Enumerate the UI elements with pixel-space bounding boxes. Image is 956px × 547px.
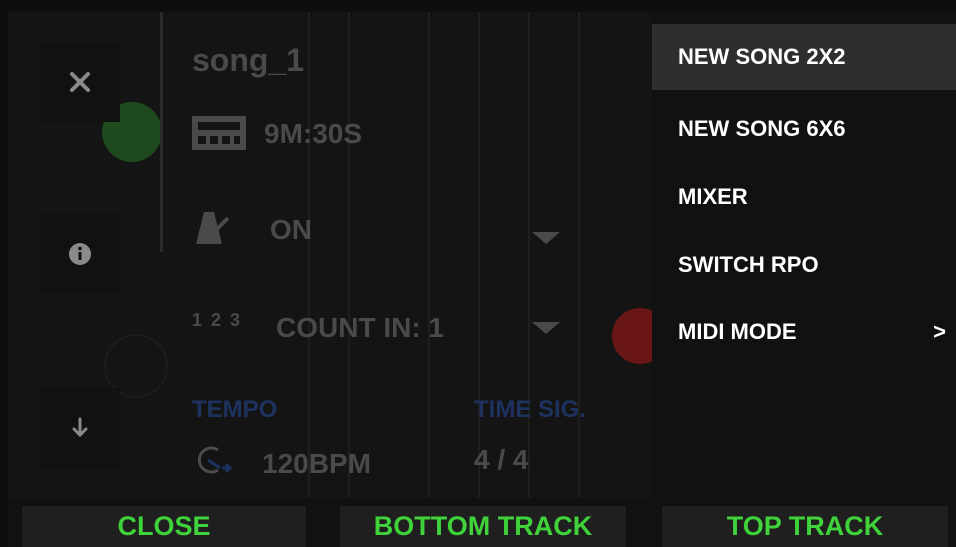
menu-item-label: MIXER (678, 184, 748, 209)
bottom-track-button[interactable]: BOTTOM TRACK (340, 506, 626, 547)
menu-item-label: NEW SONG 6X6 (678, 116, 846, 141)
count-in-value: COUNT IN: 1 (276, 312, 444, 343)
song-duration: 9M:30S (264, 118, 363, 149)
count-in-icon: 1 2 3 (192, 310, 243, 330)
time-sig-label: TIME SIG. (474, 396, 587, 423)
close-button[interactable]: CLOSE (22, 506, 306, 547)
submenu-arrow-icon: > (933, 319, 946, 344)
menu-item-switch-rpo[interactable]: SWITCH RPO (652, 232, 956, 298)
menu-item-midi-mode[interactable]: MIDI MODE > (652, 299, 956, 365)
info-icon (69, 243, 91, 265)
panel-divider (160, 12, 163, 252)
menu-item-label: SWITCH RPO (678, 252, 819, 277)
chevron-down-icon (532, 232, 560, 244)
bottom-bar: CLOSE BOTTOM TRACK TOP TRACK (8, 498, 956, 547)
tempo-icon (197, 446, 232, 474)
close-icon (70, 72, 90, 92)
chevron-down-icon (532, 322, 560, 334)
song-settings-panel: song_1 9M:30S ON 1 2 3 COUNT IN: 1 TEMPO (8, 12, 668, 498)
time-sig-value[interactable]: 4 / 4 (474, 444, 528, 476)
arrow-down-icon (72, 417, 88, 438)
metronome-icon (196, 212, 230, 244)
close-button-label: CLOSE (117, 511, 211, 541)
tempo-value[interactable]: 120BPM (262, 448, 371, 480)
tempo-label: TEMPO (192, 396, 278, 423)
top-track-button[interactable]: TOP TRACK (662, 506, 948, 547)
song-name: song_1 (192, 42, 305, 78)
close-panel-button[interactable] (40, 42, 120, 122)
bottom-track-button-label: BOTTOM TRACK (373, 511, 593, 541)
menu-item-new-song-6x6[interactable]: NEW SONG 6X6 (652, 96, 956, 162)
menu-item-new-song-2x2[interactable]: NEW SONG 2X2 (652, 24, 956, 90)
context-menu: NEW SONG 2X2 NEW SONG 6X6 MIXER SWITCH R… (652, 12, 956, 498)
metronome-value: ON (270, 214, 312, 245)
info-button[interactable] (40, 214, 120, 294)
menu-item-mixer[interactable]: MIXER (652, 164, 956, 230)
menu-item-label: MIDI MODE (678, 319, 797, 344)
duration-icon (192, 116, 246, 150)
menu-item-label: NEW SONG 2X2 (678, 44, 846, 69)
app-frame: song_1 9M:30S ON 1 2 3 COUNT IN: 1 TEMPO (8, 12, 956, 547)
move-down-button[interactable] (40, 388, 120, 468)
top-track-button-label: TOP TRACK (726, 511, 884, 541)
